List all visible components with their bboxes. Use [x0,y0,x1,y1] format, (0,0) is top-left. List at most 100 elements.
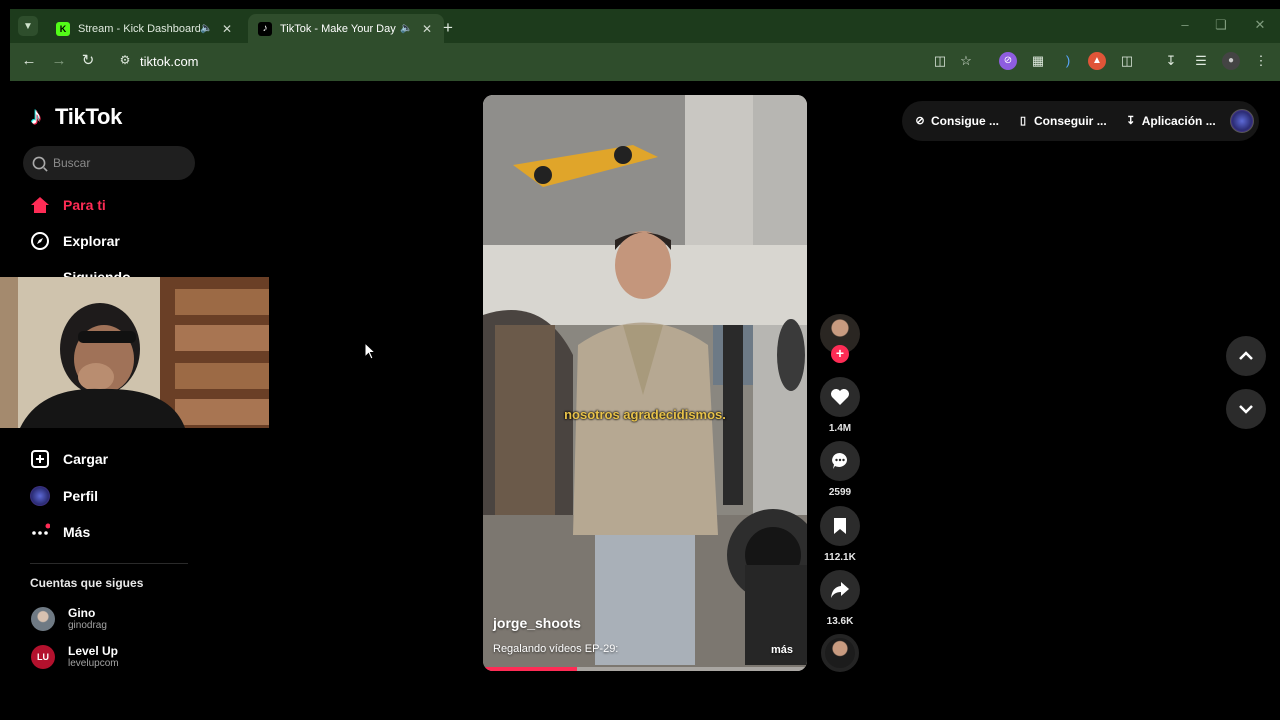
get-app-button[interactable]: ▯ Conseguir ... [1017,114,1107,128]
profile-avatar-icon [30,486,50,506]
comment-icon[interactable] [820,441,860,481]
nav-label: Más [63,524,91,540]
compass-icon [30,231,50,251]
search-bar[interactable] [23,146,195,180]
nav-profile[interactable]: Perfil [30,484,98,508]
sidebar-divider [30,563,188,564]
music-disc-avatar[interactable] [821,634,859,672]
share-action[interactable]: 13.6K [820,570,860,627]
like-action[interactable]: 1.4M [820,377,860,434]
screen: ▼ K Stream - Kick Dashboard 🔈 ✕ ♪ TikTok… [0,0,1280,720]
account-name: Gino [68,606,96,620]
next-video-button[interactable] [1226,389,1266,429]
download-app-button[interactable]: ↧ Aplicación ... [1125,114,1216,128]
avatar [31,607,55,631]
browser-toolbar: ← → ↻ ⚙ tiktok.com ◫ ☆ ⊘ ▦ ) ▲ ◫ ↧ ☰ ● ⋮ [10,43,1280,81]
bookmark-star-icon[interactable]: ☆ [957,52,975,70]
more-button[interactable]: más [771,644,793,656]
home-icon [30,195,50,215]
top-actions-bar: ⊘ Consigue ... ▯ Conseguir ... ↧ Aplicac… [902,101,1259,141]
video-progress-fill [483,667,577,671]
like-count: 1.4M [828,423,852,434]
site-settings-icon[interactable]: ⚙ [117,53,133,69]
video-progress-bar[interactable] [483,667,807,671]
media-control-icon[interactable]: ☰ [1192,52,1210,70]
maximize-icon[interactable]: ❏ [1214,17,1228,33]
speaker-icon[interactable]: 🔈 [200,23,214,34]
share-icon[interactable] [820,570,860,610]
nav-label: Explorar [63,233,120,249]
video-caption-overlay: nosotros agradecidismos. [564,407,726,422]
more-icon [30,522,50,542]
save-count: 112.1K [824,552,856,563]
video-description: Regalando vídeos EP-29: [493,643,619,655]
back-icon[interactable]: ← [20,52,38,70]
save-action[interactable]: 112.1K [820,506,860,563]
video-player[interactable]: nosotros agradecidismos. jorge_shoots Re… [483,95,807,671]
coin-icon: ⊘ [915,115,925,127]
nav-upload[interactable]: Cargar [30,447,108,471]
following-accounts-title: Cuentas que sigues [30,576,144,590]
nav-label: Para ti [63,197,106,213]
nav-label: Perfil [63,488,99,504]
top-action-label: Conseguir ... [1034,114,1107,128]
install-app-icon[interactable]: ◫ [931,52,949,70]
speaker-icon[interactable]: 🔈 [400,23,414,34]
comment-action[interactable]: 2599 [820,441,860,498]
chevron-up-icon [1239,351,1253,360]
close-tab-icon[interactable]: ✕ [422,22,434,36]
extension-gift-icon[interactable]: ▦ [1029,52,1047,70]
account-item[interactable]: Gino ginodrag [31,606,107,632]
search-input[interactable] [53,156,183,170]
extension-compass-icon[interactable]: ⊘ [999,52,1017,70]
tiktok-note-icon: ♪ ♪ ♪ [29,102,43,131]
avatar: LU [31,645,55,669]
download-icon: ↧ [1126,115,1136,127]
logo-text: TikTok [55,104,123,129]
minimize-icon[interactable]: – [1178,17,1192,32]
nav-label: Cargar [63,451,109,467]
search-icon [32,156,46,170]
extension-fox-icon[interactable]: ▲ [1088,52,1106,70]
tiktok-logo[interactable]: ♪ ♪ ♪ TikTok [29,102,123,131]
nav-more[interactable]: Más [30,520,90,544]
tab-title: TikTok - Make Your Day [280,22,396,35]
nav-for-you[interactable]: Para ti [30,193,106,217]
account-item[interactable]: LU Level Up levelupcom [31,644,119,670]
top-action-label: Consigue ... [931,114,1000,128]
new-tab-button[interactable]: + [440,18,456,38]
account-name: Level Up [68,644,119,658]
forward-icon[interactable]: → [50,52,68,70]
address-bar[interactable]: tiktok.com [140,54,199,69]
tiktok-icon: ♪ [258,21,272,36]
user-avatar[interactable] [1229,109,1254,133]
follow-plus-button[interactable]: + [831,345,849,363]
close-window-icon[interactable]: ✕ [1253,17,1267,33]
get-coins-button[interactable]: ⊘ Consigue ... [914,114,999,128]
video-frame [483,95,807,671]
tab-tiktok[interactable]: ♪ TikTok - Make Your Day 🔈 ✕ [248,14,444,43]
mouse-cursor [364,342,376,360]
tab-kick-dashboard[interactable]: K Stream - Kick Dashboard 🔈 ✕ [46,14,244,43]
close-tab-icon[interactable]: ✕ [222,22,234,36]
bookmark-icon[interactable] [820,506,860,546]
previous-video-button[interactable] [1226,336,1266,376]
menu-kebab-icon[interactable]: ⋮ [1252,52,1270,70]
share-count: 13.6K [826,616,854,627]
chevron-down-icon [1239,405,1253,414]
top-action-label: Aplicación ... [1141,114,1216,128]
phone-icon: ▯ [1019,115,1027,127]
comment-count: 2599 [828,487,852,498]
extensions-puzzle-icon[interactable]: ◫ [1118,52,1136,70]
account-handle: levelupcom [68,658,119,669]
extension-audio-icon[interactable]: ) [1059,52,1077,70]
nav-explore[interactable]: Explorar [30,229,120,253]
download-icon[interactable]: ↧ [1162,52,1180,70]
upload-icon [30,449,50,469]
reload-icon[interactable]: ↻ [79,52,97,70]
profile-avatar-icon[interactable]: ● [1222,52,1240,70]
heart-icon[interactable] [820,377,860,417]
video-author[interactable]: jorge_shoots [493,615,581,631]
tab-search-icon[interactable]: ▼ [18,16,38,36]
webcam-overlay [0,277,269,428]
